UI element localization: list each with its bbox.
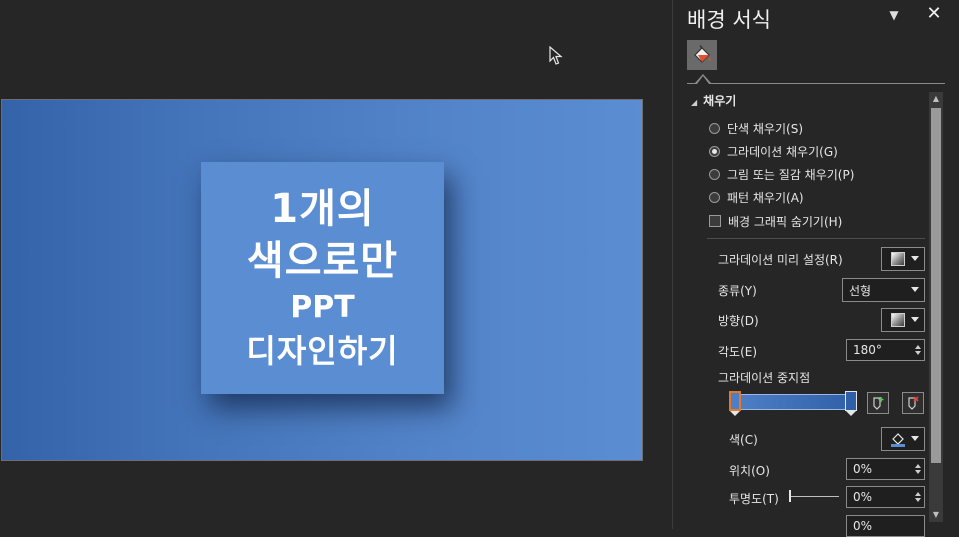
gradient-stops-bar[interactable] [736, 394, 856, 410]
dropdown-arrow-icon [911, 256, 919, 261]
radio-pattern-fill[interactable]: 패턴 채우기(A) [709, 188, 804, 206]
tab-divider [687, 83, 945, 84]
radio-solid-fill[interactable]: 단색 채우기(S) [709, 119, 803, 137]
fill-section-header[interactable]: ◢ 채우기 [691, 92, 736, 109]
pane-title: 배경 서식 [687, 8, 771, 32]
add-gradient-stop-button[interactable] [867, 392, 889, 414]
spin-up-icon[interactable] [915, 345, 921, 349]
paint-bucket-icon [694, 45, 711, 63]
gradient-stop-2[interactable] [845, 391, 857, 411]
gradient-direction-icon [891, 313, 905, 327]
mouse-pointer-icon [549, 46, 563, 65]
close-pane-button[interactable]: ✕ [925, 3, 943, 25]
spin-up-icon[interactable] [915, 464, 921, 468]
hide-background-graphics-checkbox[interactable]: 배경 그래픽 숨기기(H) [709, 212, 842, 230]
radio-label-pattern-fill: 패턴 채우기(A) [727, 190, 804, 205]
dropdown-arrow-icon [911, 287, 919, 292]
color-picker-dropdown[interactable] [881, 427, 925, 451]
angle-spinbox[interactable]: 180° [846, 339, 925, 361]
type-label: 종류(Y) [718, 284, 757, 298]
type-dropdown[interactable]: 선형 [842, 278, 925, 302]
collapse-triangle-icon: ◢ [691, 98, 698, 107]
remove-gradient-stop-icon [908, 396, 919, 410]
brightness-value: 0% [853, 519, 873, 533]
radio-label-solid-fill: 단색 채우기(S) [727, 121, 803, 136]
gradient-stops-label: 그라데이션 중지점 [718, 371, 811, 385]
section-divider [707, 238, 925, 239]
checkbox-label: 배경 그래픽 숨기기(H) [728, 214, 843, 229]
type-value: 선형 [849, 283, 872, 298]
radio-button[interactable] [709, 191, 720, 203]
direction-dropdown[interactable] [881, 308, 925, 332]
title-line-1: 1개의 [270, 186, 375, 232]
spin-up-icon[interactable] [915, 492, 921, 496]
pane-scrollbar[interactable]: ▲ ▼ [929, 92, 943, 522]
direction-label: 방향(D) [718, 314, 759, 328]
remove-gradient-stop-button[interactable] [902, 392, 924, 414]
gradient-stop-1-pointer [730, 411, 740, 416]
gradient-preset-icon [891, 252, 905, 266]
transparency-slider-thumb[interactable] [789, 490, 791, 502]
radio-label-picture-fill: 그림 또는 질감 채우기(P) [727, 167, 855, 182]
transparency-label: 투명도(T) [729, 492, 779, 506]
fill-tab[interactable] [687, 40, 717, 70]
add-gradient-stop-icon [873, 397, 884, 410]
spin-down-icon[interactable] [915, 351, 921, 355]
position-label: 위치(O) [729, 464, 770, 478]
transparency-spinbox[interactable]: 0% [846, 486, 925, 508]
paint-bucket-icon [891, 433, 905, 447]
radio-gradient-fill[interactable]: 그라데이션 채우기(G) [709, 142, 838, 160]
slide[interactable]: 1개의 색으로만 PPT 디자인하기 [1, 99, 643, 461]
angle-value: 180° [853, 343, 882, 357]
dropdown-arrow-icon [911, 317, 919, 322]
scroll-down-icon[interactable]: ▼ [929, 508, 943, 522]
transparency-slider[interactable] [789, 496, 839, 497]
position-spinbox[interactable]: 0% [846, 458, 925, 480]
radio-button-selected[interactable] [709, 145, 720, 157]
radio-button[interactable] [709, 122, 720, 134]
preset-gradients-dropdown[interactable] [881, 247, 925, 271]
tab-indicator-inner [697, 76, 709, 84]
spin-down-icon[interactable] [915, 470, 921, 474]
close-icon: ✕ [926, 3, 942, 24]
title-line-4: 디자인하기 [246, 332, 399, 370]
color-label: 색(C) [729, 433, 758, 447]
fill-section-title: 채우기 [703, 94, 737, 108]
transparency-value: 0% [853, 490, 873, 504]
title-line-3: PPT [290, 290, 355, 325]
scrollbar-thumb[interactable] [931, 108, 941, 463]
checkbox[interactable] [709, 215, 721, 227]
task-pane-options-button[interactable]: ▼ [885, 5, 903, 25]
radio-label-gradient-fill: 그라데이션 채우기(G) [727, 144, 838, 159]
title-line-2: 색으로만 [246, 238, 399, 284]
format-background-pane: 배경 서식 ▼ ✕ ◢ 채우기 단색 채우기(S) 그라데이션 채우기(G) 그림… [672, 0, 959, 537]
gradient-stop-1-selected[interactable] [729, 391, 741, 411]
slide-canvas[interactable]: 1개의 색으로만 PPT 디자인하기 [0, 0, 672, 529]
radio-button[interactable] [709, 168, 720, 180]
title-text-box[interactable]: 1개의 색으로만 PPT 디자인하기 [201, 162, 444, 394]
chevron-down-icon: ▼ [889, 8, 899, 22]
scroll-up-icon[interactable]: ▲ [929, 92, 943, 106]
radio-picture-fill[interactable]: 그림 또는 질감 채우기(P) [709, 165, 854, 183]
brightness-spinbox[interactable]: 0% [846, 515, 925, 537]
preset-gradients-label: 그라데이션 미리 설정(R) [718, 253, 843, 267]
dropdown-arrow-icon [911, 436, 919, 441]
spin-down-icon[interactable] [915, 498, 921, 502]
gradient-stop-2-pointer [846, 411, 856, 416]
angle-label: 각도(E) [718, 345, 758, 359]
position-value: 0% [853, 462, 873, 476]
